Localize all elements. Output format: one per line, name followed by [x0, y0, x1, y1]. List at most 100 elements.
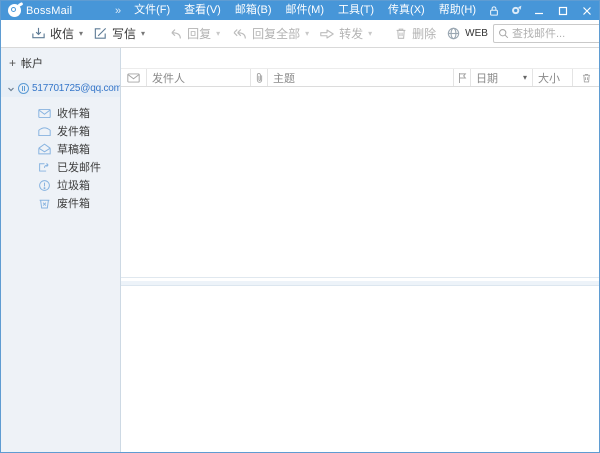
forward-icon: [320, 28, 334, 39]
search-box[interactable]: »: [492, 24, 599, 43]
receive-icon: [32, 27, 45, 39]
menu-mailbox[interactable]: 邮箱(B): [228, 1, 279, 20]
folder-label: 废件箱: [57, 198, 90, 210]
flag-icon: [459, 72, 467, 83]
account-expand-chevron-icon[interactable]: [7, 85, 15, 93]
toolbar: 收信 ▾ 写信 ▾ 回复 ▾ 回复全部 ▾ 转发 ▾ 删除 WEB 查找邮件..…: [1, 20, 599, 48]
close-button[interactable]: [575, 1, 599, 20]
bossmail-window: BossMail » 文件(F) 查看(V) 邮箱(B) 邮件(M) 工具(T)…: [0, 0, 600, 453]
delete-label: 删除: [412, 27, 437, 41]
menu-help[interactable]: 帮助(H): [432, 1, 483, 20]
menu-view[interactable]: 查看(V): [177, 1, 228, 20]
lock-icon[interactable]: [483, 1, 505, 20]
column-read-status[interactable]: [121, 69, 147, 86]
message-list-header: 发件人 主题 日期 ▾ 大小: [121, 68, 599, 87]
column-sender[interactable]: 发件人: [147, 69, 251, 86]
column-date-label: 日期: [476, 72, 498, 85]
preview-pane: [121, 286, 599, 452]
column-attachment[interactable]: [251, 69, 268, 86]
forward-dropdown-caret[interactable]: ▾: [368, 29, 372, 38]
outbox-icon: [38, 126, 51, 136]
reply-dropdown-caret[interactable]: ▾: [216, 29, 220, 38]
trash-folder-icon: [39, 199, 50, 208]
reply-all-dropdown-caret[interactable]: ▾: [305, 29, 309, 38]
menu-file[interactable]: 文件(F): [127, 1, 177, 20]
folder-list: 收件箱 发件箱 草稿箱 已发邮件 垃圾箱 废件箱: [1, 104, 120, 212]
folder-inbox[interactable]: 收件箱: [1, 104, 120, 122]
attachment-icon: [256, 72, 262, 83]
menu-tools[interactable]: 工具(T): [331, 1, 381, 20]
add-account-icon[interactable]: +: [9, 57, 16, 69]
column-size[interactable]: 大小: [533, 69, 573, 86]
compose-dropdown-caret[interactable]: ▾: [141, 29, 145, 38]
web-globe-icon: [447, 27, 460, 40]
compose-button[interactable]: 写信 ▾: [88, 23, 150, 45]
reply-label: 回复: [187, 27, 212, 41]
column-flag[interactable]: [454, 69, 471, 86]
folder-trash[interactable]: 废件箱: [1, 194, 120, 212]
accounts-header-label: 帐户: [21, 57, 44, 70]
reply-icon: [171, 28, 181, 38]
column-sender-label: 发件人: [152, 72, 185, 85]
receive-icon: [12, 26, 27, 41]
bossmail-logo-icon: [8, 1, 24, 17]
account-row[interactable]: 517701725@qq.com: [1, 80, 120, 97]
web-button[interactable]: WEB: [441, 23, 493, 45]
accounts-header: + 帐户: [1, 55, 120, 70]
folder-label: 垃圾箱: [57, 180, 90, 192]
main-panel: 发件人 主题 日期 ▾ 大小: [121, 48, 599, 452]
folder-outbox[interactable]: 发件箱: [1, 122, 120, 140]
message-list: [121, 87, 599, 278]
sent-icon: [39, 162, 49, 172]
folder-label: 收件箱: [57, 108, 90, 120]
forward-button[interactable]: 转发 ▾: [314, 23, 377, 45]
sort-caret-icon[interactable]: ▾: [523, 73, 527, 82]
minimize-button[interactable]: [527, 1, 551, 20]
reply-button[interactable]: 回复 ▾: [162, 23, 225, 45]
folder-sent[interactable]: 已发邮件: [1, 158, 120, 176]
menu-mail[interactable]: 邮件(M): [279, 1, 332, 20]
delete-button[interactable]: 删除: [389, 23, 441, 45]
menubar: 文件(F) 查看(V) 邮箱(B) 邮件(M) 工具(T) 传真(X) 帮助(H…: [127, 1, 483, 20]
trash-icon: [582, 73, 590, 82]
reply-all-icon: [233, 28, 246, 39]
compose-label: 写信: [112, 27, 137, 41]
menu-fax[interactable]: 传真(X): [381, 1, 432, 20]
account-email[interactable]: 517701725@qq.com: [32, 83, 120, 94]
receive-button[interactable]: 收信 ▾: [7, 23, 88, 45]
menu-overflow-icon[interactable]: »: [109, 5, 127, 17]
receive-dropdown-caret[interactable]: ▾: [79, 29, 83, 38]
column-subject-label: 主题: [273, 72, 295, 85]
folder-label: 草稿箱: [57, 144, 90, 156]
folder-drafts[interactable]: 草稿箱: [1, 140, 120, 158]
body: + 帐户 517701725@qq.com 收件箱 发件箱 草稿箱 已发邮件 垃…: [1, 48, 599, 452]
sidebar: + 帐户 517701725@qq.com 收件箱 发件箱 草稿箱 已发邮件 垃…: [1, 48, 121, 452]
column-date[interactable]: 日期 ▾: [471, 69, 533, 86]
qq-account-icon: [18, 83, 29, 94]
compose-icon: [94, 27, 107, 39]
spam-icon: [39, 179, 50, 191]
maximize-button[interactable]: [551, 1, 575, 20]
forward-label: 转发: [339, 27, 364, 41]
search-icon: [499, 29, 509, 39]
envelope-icon: [127, 72, 140, 83]
web-label: WEB: [465, 28, 488, 39]
column-delete[interactable]: [573, 69, 599, 86]
reply-all-label: 回复全部: [252, 27, 301, 41]
drafts-icon: [38, 143, 51, 155]
folder-label: 已发邮件: [57, 162, 101, 174]
delete-icon: [396, 28, 406, 39]
service-icon[interactable]: [505, 1, 527, 20]
titlebar: BossMail » 文件(F) 查看(V) 邮箱(B) 邮件(M) 工具(T)…: [1, 1, 599, 20]
window-controls: [527, 1, 599, 20]
folder-spam[interactable]: 垃圾箱: [1, 176, 120, 194]
search-input[interactable]: [511, 27, 599, 40]
inbox-icon: [38, 108, 51, 118]
reply-all-button[interactable]: 回复全部 ▾: [225, 23, 314, 45]
column-size-label: 大小: [538, 72, 560, 85]
list-top-gap: [121, 48, 599, 68]
app-title: BossMail: [26, 4, 73, 17]
column-subject[interactable]: 主题: [268, 69, 454, 86]
receive-label: 收信: [50, 27, 75, 41]
folder-label: 发件箱: [57, 126, 90, 138]
